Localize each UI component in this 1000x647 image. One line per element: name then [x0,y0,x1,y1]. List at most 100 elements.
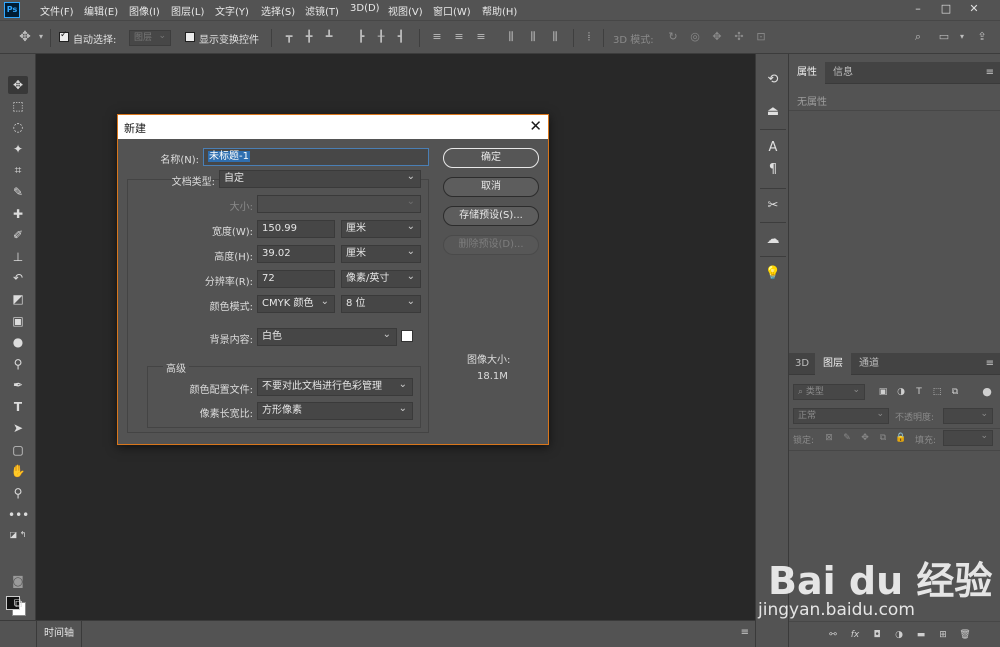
fill-input[interactable] [943,429,993,446]
auto-select-dropdown[interactable]: 图层 [129,29,171,46]
menu-image[interactable]: 图像(I) [129,3,160,18]
libraries-panel-icon[interactable]: ☁ [762,230,784,250]
menu-view[interactable]: 视图(V) [388,3,423,18]
menu-filter[interactable]: 滤镜(T) [305,3,339,18]
3d-scale-icon[interactable]: ⊡ [754,30,768,44]
filter-shape-icon[interactable]: ⬚ [931,386,943,398]
menu-window[interactable]: 窗口(W) [433,3,471,18]
gradient-tool-icon[interactable]: ▣ [8,312,28,330]
move-tool-icon[interactable]: ✥ [8,76,28,94]
dodge-tool-icon[interactable]: ⚲ [8,355,28,373]
align-vcenter-icon[interactable]: ╋ [302,30,316,44]
history-brush-tool-icon[interactable]: ↶ [8,269,28,287]
tab-info[interactable]: 信息 [825,62,861,84]
height-input[interactable]: 39.02 [257,245,335,263]
bit-depth-dropdown[interactable]: 8 位 [341,295,421,313]
more-tools-icon[interactable]: ••• [8,506,29,524]
actions-panel-icon[interactable]: ⏏ [762,102,784,122]
workspace-chevron-icon[interactable]: ▾ [955,30,969,44]
workspace-icon[interactable]: ▭ [937,30,951,44]
magic-wand-tool-icon[interactable]: ✦ [8,140,28,158]
add-mask-icon[interactable]: ◘ [871,629,883,641]
link-layers-icon[interactable]: ⚯ [827,629,839,641]
history-panel-icon[interactable]: ⟲ [762,70,784,90]
type-tool-icon[interactable]: T [8,398,28,416]
background-dropdown[interactable]: 白色 [257,328,397,346]
filter-adjustment-icon[interactable]: ◑ [895,386,907,398]
tab-timeline[interactable]: 时间轴 [36,621,82,647]
marquee-tool-icon[interactable]: ⬚ [8,97,28,115]
tool-preset-chevron-icon[interactable]: ▾ [34,30,48,44]
show-transform-checkbox[interactable] [185,32,195,42]
color-mode-dropdown[interactable]: CMYK 颜色 [257,295,335,313]
search-icon[interactable]: ⌕ [911,30,925,44]
3d-orbit-icon[interactable]: ↻ [666,30,680,44]
save-preset-button[interactable]: 存储预设(S)... [443,206,539,226]
eyedropper-tool-icon[interactable]: ✎ [8,183,28,201]
menu-3d[interactable]: 3D(D) [350,3,380,14]
close-icon[interactable]: ✕ [529,117,542,135]
healing-brush-tool-icon[interactable]: ✚ [8,205,28,223]
pen-tool-icon[interactable]: ✒ [8,376,28,394]
distribute-bottom-icon[interactable]: ≡ [474,30,488,44]
layers-menu-icon[interactable]: ≡ [986,358,994,369]
lasso-tool-icon[interactable]: ◌ [8,118,28,136]
background-color-swatch[interactable] [401,330,413,342]
new-group-icon[interactable]: ▬ [915,629,927,641]
lock-position-icon[interactable]: ✥ [859,432,871,444]
align-top-icon[interactable]: ┳ [282,30,296,44]
doc-type-dropdown[interactable]: 自定 [219,170,421,188]
maximize-icon[interactable]: □ [932,0,960,20]
menu-edit[interactable]: 编辑(E) [84,3,118,18]
clone-stamp-tool-icon[interactable]: ⊥ [8,248,28,266]
resolution-input[interactable]: 72 [257,270,335,288]
brush-tool-icon[interactable]: ✐ [8,226,28,244]
new-layer-icon[interactable]: ⊞ [937,629,949,641]
character-panel-icon[interactable]: A [762,138,784,158]
cancel-button[interactable]: 取消 [443,177,539,197]
lock-pixels-icon[interactable]: ✎ [841,432,853,444]
filter-smart-object-icon[interactable]: ⧉ [949,386,961,398]
zoom-tool-icon[interactable]: ⚲ [8,484,28,502]
tab-layers[interactable]: 图层 [815,353,851,375]
menu-type[interactable]: 文字(Y) [215,3,249,18]
auto-select-checkbox[interactable] [59,30,69,42]
learn-panel-icon[interactable]: 💡 [762,264,784,284]
align-left-icon[interactable]: ┣ [354,30,368,44]
tab-channels[interactable]: 通道 [851,353,887,375]
align-hcenter-icon[interactable]: ╂ [374,30,388,44]
quick-mask-icon[interactable]: ◙ [8,572,28,590]
resolution-unit-dropdown[interactable]: 像素/英寸 [341,270,421,288]
name-input[interactable]: 未标题-1 [203,148,429,166]
shape-tool-icon[interactable]: ▢ [8,441,28,459]
filter-type-icon[interactable]: T [913,386,925,398]
path-selection-tool-icon[interactable]: ➤ [8,419,28,437]
adjustment-layer-icon[interactable]: ◑ [893,629,905,641]
distribute-hcenter-icon[interactable]: ⫼ [526,30,540,44]
delete-layer-icon[interactable]: 🗑 [959,629,971,641]
distribute-top-icon[interactable]: ≡ [430,30,444,44]
menu-file[interactable]: 文件(F) [40,3,74,18]
layer-style-icon[interactable]: fx [849,629,861,641]
color-profile-dropdown[interactable]: 不要对此文档进行色彩管理 [257,378,413,396]
filter-pixel-icon[interactable]: ▣ [877,386,889,398]
close-icon[interactable]: ✕ [960,0,988,20]
3d-slide-icon[interactable]: ✣ [732,30,746,44]
blur-tool-icon[interactable]: ● [8,333,28,351]
paragraph-panel-icon[interactable]: ¶ [762,160,784,180]
layer-kind-filter[interactable]: ⌕ 类型 [793,383,865,400]
swap-colors-icon[interactable]: ◪ ↰ [8,526,28,544]
3d-pan-icon[interactable]: ✥ [710,30,724,44]
menu-help[interactable]: 帮助(H) [482,3,517,18]
crop-tool-icon[interactable]: ⌗ [8,161,28,179]
align-bottom-icon[interactable]: ┻ [322,30,336,44]
blend-mode-dropdown[interactable]: 正常 [793,407,889,424]
distribute-right-icon[interactable]: ⫼ [548,30,562,44]
height-unit-dropdown[interactable]: 厘米 [341,245,421,263]
width-input[interactable]: 150.99 [257,220,335,238]
move-tool-icon[interactable]: ✥ [18,30,32,44]
minimize-icon[interactable]: – [904,0,932,20]
pixel-aspect-dropdown[interactable]: 方形像素 [257,402,413,420]
width-unit-dropdown[interactable]: 厘米 [341,220,421,238]
lock-all-icon[interactable]: 🔒 [895,432,907,444]
